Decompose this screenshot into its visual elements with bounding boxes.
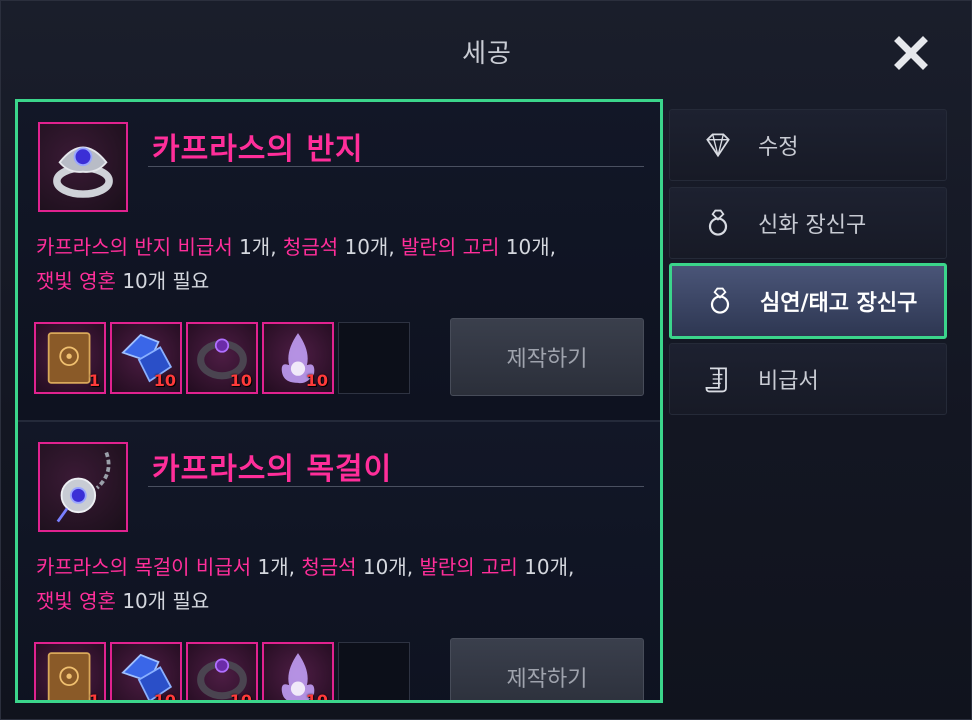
req-count: 10개 필요 [115, 589, 210, 613]
crafting-window: 세공 카프라스의 반지 카프라스의 반지 비급서 1개, 청금석 10개, 발란… [0, 0, 972, 720]
empty-slot [338, 642, 410, 700]
nav-item-label: 수정 [758, 135, 799, 160]
requirement-text: 카프라스의 목걸이 비급서 1개, 청금석 10개, 발란의 고리 10개, 잿… [36, 550, 646, 618]
req-item: 발란의 고리 [401, 235, 500, 259]
nav-item-label: 심연/태고 장신구 [760, 291, 918, 316]
material-slot[interactable]: 10 [110, 322, 182, 394]
req-item: 카프라스의 반지 비급서 [36, 235, 233, 259]
recipe-list[interactable]: 카프라스의 반지 카프라스의 반지 비급서 1개, 청금석 10개, 발란의 고… [15, 99, 663, 703]
nav-item-crystal[interactable]: 수정 [669, 109, 947, 181]
req-item: 카프라스의 목걸이 비급서 [36, 555, 252, 579]
material-count: 10 [229, 371, 252, 390]
material-count: 10 [305, 691, 328, 703]
material-count: 1 [88, 691, 100, 703]
requirement-text: 카프라스의 반지 비급서 1개, 청금석 10개, 발란의 고리 10개, 잿빛… [36, 230, 646, 298]
material-slot[interactable]: 1 [34, 322, 106, 394]
req-item: 잿빛 영혼 [36, 589, 116, 613]
material-count: 10 [229, 691, 252, 703]
req-count: 1개, [232, 235, 283, 259]
nav-item-mythic-accessory[interactable]: 신화 장신구 [669, 187, 947, 259]
craft-button[interactable]: 제작하기 [450, 318, 644, 396]
ring-icon [38, 122, 128, 212]
material-slot[interactable]: 10 [186, 322, 258, 394]
req-item: 잿빛 영혼 [36, 269, 116, 293]
craft-button[interactable]: 제작하기 [450, 638, 644, 700]
req-count: 1개, [251, 555, 302, 579]
material-count: 10 [305, 371, 328, 390]
ring-outline-icon [702, 283, 738, 319]
material-slots: 1 10 10 10 [34, 322, 410, 394]
material-count: 10 [153, 691, 176, 703]
material-slot[interactable]: 10 [186, 642, 258, 703]
req-item: 발란의 고리 [419, 555, 518, 579]
recipe-name: 카프라스의 반지 [152, 132, 364, 167]
nav-item-abyss-primal-accessory[interactable]: 심연/태고 장신구 [669, 263, 947, 339]
recipe-card: 카프라스의 반지 카프라스의 반지 비급서 1개, 청금석 10개, 발란의 고… [18, 102, 660, 420]
scroll-icon [700, 361, 736, 397]
necklace-icon [38, 442, 128, 532]
close-icon [894, 36, 928, 70]
req-count: 10개, [499, 235, 556, 259]
window-title: 세공 [462, 39, 512, 69]
material-count: 10 [153, 371, 176, 390]
material-slot[interactable]: 10 [262, 642, 334, 703]
diamond-icon [700, 127, 736, 163]
req-count: 10개, [517, 555, 575, 579]
divider [148, 166, 644, 167]
material-slot[interactable]: 10 [110, 642, 182, 703]
material-slot[interactable]: 10 [262, 322, 334, 394]
material-count: 1 [88, 371, 100, 390]
req-count: 10개, [356, 555, 420, 579]
nav-item-secret-book[interactable]: 비급서 [669, 343, 947, 415]
ring-outline-icon [700, 205, 736, 241]
material-slots: 1 10 10 10 [34, 642, 410, 703]
nav-item-label: 비급서 [758, 369, 819, 394]
material-slot[interactable]: 1 [34, 642, 106, 703]
recipe-name: 카프라스의 목걸이 [152, 452, 393, 487]
req-count: 10개 필요 [115, 269, 210, 293]
nav-item-label: 신화 장신구 [758, 213, 867, 238]
req-item: 청금석 [282, 235, 339, 259]
empty-slot [338, 322, 410, 394]
close-button[interactable] [891, 33, 931, 73]
divider [148, 486, 644, 487]
recipe-card: 카프라스의 목걸이 카프라스의 목걸이 비급서 1개, 청금석 10개, 발란의… [18, 420, 660, 703]
req-count: 10개, [338, 235, 402, 259]
req-item: 청금석 [301, 555, 357, 579]
